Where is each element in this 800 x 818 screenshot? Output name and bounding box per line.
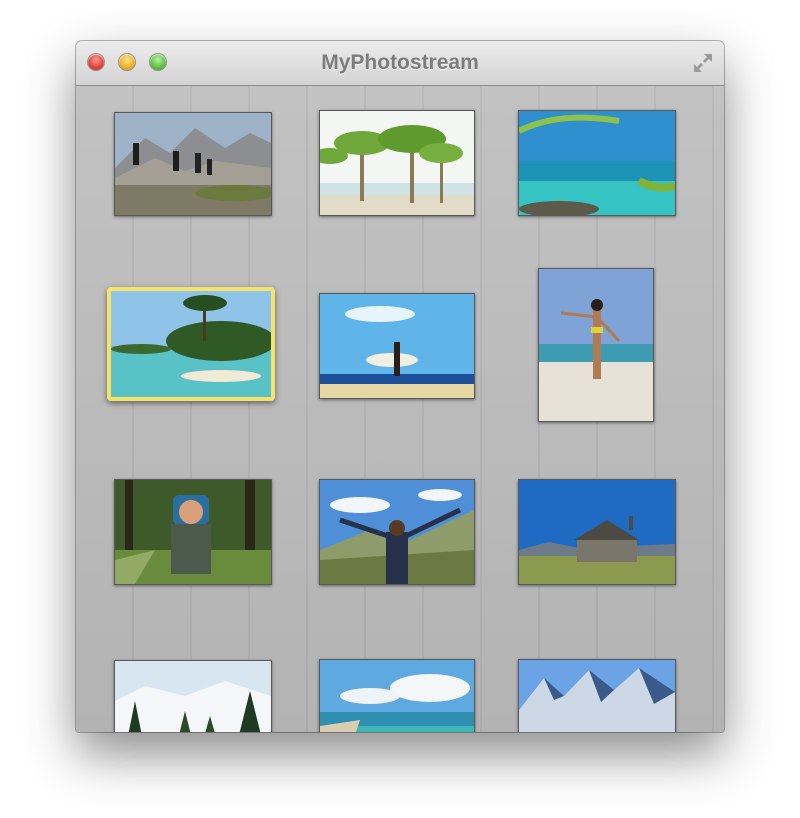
window-title: MyPhotostream [321,51,479,74]
title-bar[interactable]: MyPhotostream [76,41,724,86]
photo-thumbnail-coastline[interactable] [319,659,475,732]
app-window: MyPhotostream [76,41,724,732]
photo-thumbnail-palms[interactable] [319,110,475,216]
photo-grid[interactable] [76,86,724,732]
photo-thumbnail-snowy-forest[interactable] [114,660,272,732]
fullscreen-button[interactable] [692,52,714,74]
photo-thumbnail-woman-beach[interactable] [538,268,654,422]
photo-thumbnail-alpine-peaks[interactable] [518,659,676,732]
expand-arrows-icon [694,54,712,72]
photo-thumbnail-surfer[interactable] [319,293,475,399]
photo-thumbnail-hikers[interactable] [114,112,272,216]
photo-thumbnail-lagoon-selected[interactable] [107,287,275,401]
photo-thumbnail-sea[interactable] [518,110,676,216]
photo-thumbnail-backpacker[interactable] [114,479,272,585]
photo-thumbnail-arms-raised[interactable] [319,479,475,585]
photo-thumbnail-stone-house[interactable] [518,479,676,585]
